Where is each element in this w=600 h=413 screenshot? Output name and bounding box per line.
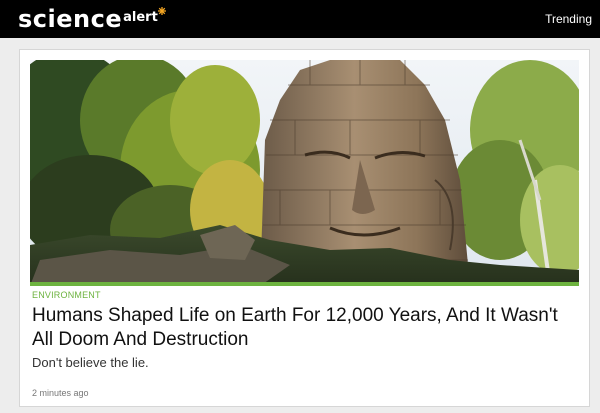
logo-subword: alert [123,10,158,25]
article-dek: Don't believe the lie. [32,355,149,370]
spark-icon [157,7,166,15]
trending-link[interactable]: Trending [545,12,592,26]
logo-wordmark: science [18,5,123,33]
category-label[interactable]: ENVIRONMENT [32,290,101,300]
article-headline[interactable]: Humans Shaped Life on Earth For 12,000 Y… [32,304,572,352]
article-hero-image[interactable] [30,60,579,286]
site-header: science alert Trending [0,0,600,38]
category-accent-bar [30,282,579,286]
sciencealert-logo[interactable]: science alert [18,5,166,33]
hero-photo [30,60,579,286]
article-timestamp: 2 minutes ago [32,388,89,398]
article-card[interactable]: ENVIRONMENT Humans Shaped Life on Earth … [19,49,590,407]
